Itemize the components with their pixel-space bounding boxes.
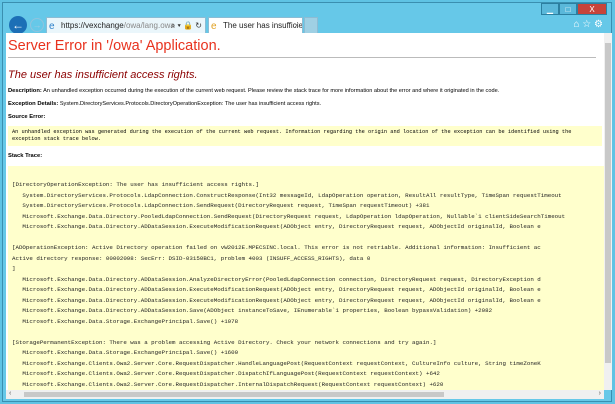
exception-label: Exception Details: bbox=[8, 101, 59, 107]
address-bar[interactable]: e https://vexchange/owa/lang.owa ⌕ ▾ 🔒 ↻ bbox=[46, 17, 206, 34]
exception-text: System.DirectoryServices.Protocols.Direc… bbox=[59, 101, 322, 107]
source-error-box: An unhandled exception was generated dur… bbox=[8, 126, 602, 146]
tab-close-icon[interactable]: × bbox=[294, 18, 299, 33]
forward-button[interactable]: → bbox=[30, 18, 44, 32]
home-favorites-settings-icons[interactable]: ⌂ ☆ ⚙ bbox=[573, 19, 603, 30]
minimize-button[interactable]: ▁ bbox=[541, 3, 559, 15]
stack-trace-box: [DirectoryOperationException: The user h… bbox=[8, 166, 604, 390]
error-heading: The user has insufficient access rights. bbox=[8, 69, 198, 81]
description-label: Description: bbox=[8, 88, 42, 94]
window-controls: ▁ □ X bbox=[541, 3, 607, 15]
horizontal-scrollbar[interactable]: ‹ › bbox=[6, 390, 604, 399]
scrollbar-thumb[interactable] bbox=[24, 392, 444, 397]
stack-trace-label: Stack Trace: bbox=[8, 153, 602, 159]
maximize-button[interactable]: □ bbox=[559, 3, 577, 15]
ie-icon: e bbox=[211, 21, 217, 32]
stack-label: Stack Trace: bbox=[8, 153, 43, 159]
address-tools-icons[interactable]: ⌕ ▾ 🔒 ↻ bbox=[171, 18, 202, 33]
page-content: Server Error in '/owa' Application. The … bbox=[6, 33, 604, 390]
new-tab-button[interactable] bbox=[304, 17, 318, 34]
page-title: Server Error in '/owa' Application. bbox=[8, 38, 596, 58]
url-host: https://vexchange bbox=[61, 21, 124, 30]
tab-active[interactable]: e The user has insufficient ac... × bbox=[208, 17, 303, 34]
source-label: Source Error: bbox=[8, 114, 46, 120]
url-path: /owa/lang.owa bbox=[123, 21, 175, 30]
scrollbar-thumb[interactable] bbox=[605, 43, 611, 363]
description: Description: An unhandled exception occu… bbox=[8, 88, 602, 94]
back-button[interactable]: ← bbox=[9, 16, 27, 34]
exception-details: Exception Details: System.DirectoryServi… bbox=[8, 101, 602, 107]
tab-title: The user has insufficient ac... bbox=[223, 21, 303, 30]
ie-icon: e bbox=[49, 21, 55, 32]
scroll-left-icon[interactable]: ‹ bbox=[9, 390, 11, 397]
vertical-scrollbar[interactable] bbox=[604, 33, 612, 390]
description-text: An unhandled exception occurred during t… bbox=[43, 88, 500, 94]
scroll-right-icon[interactable]: › bbox=[599, 390, 601, 397]
source-error-label: Source Error: bbox=[8, 114, 602, 120]
close-button[interactable]: X bbox=[577, 3, 607, 15]
